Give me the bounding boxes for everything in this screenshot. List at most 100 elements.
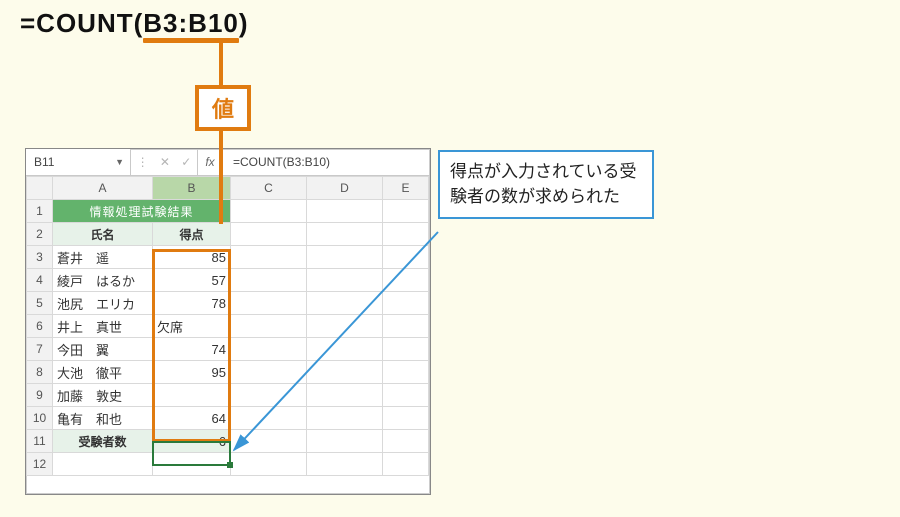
cancel-icon[interactable]: ✕: [160, 155, 170, 169]
row-header[interactable]: 3: [27, 246, 53, 269]
value-label-box: 値: [195, 85, 251, 131]
score-cell[interactable]: 95: [153, 361, 231, 384]
col-header[interactable]: C: [231, 177, 307, 200]
name-cell[interactable]: 井上 真世: [53, 315, 153, 338]
cell[interactable]: [307, 223, 383, 246]
callout-box: 得点が入力されている受験者の数が求められた: [438, 150, 654, 219]
cell[interactable]: [307, 384, 383, 407]
cell[interactable]: [383, 453, 429, 476]
cell[interactable]: [231, 453, 307, 476]
cell[interactable]: [53, 453, 153, 476]
cell[interactable]: [383, 246, 429, 269]
cell[interactable]: [231, 246, 307, 269]
row-header[interactable]: 9: [27, 384, 53, 407]
cell[interactable]: [231, 200, 307, 223]
cell[interactable]: [383, 361, 429, 384]
name-cell[interactable]: 今田 翼: [53, 338, 153, 361]
row-header[interactable]: 10: [27, 407, 53, 430]
cell[interactable]: [307, 200, 383, 223]
row-header[interactable]: 12: [27, 453, 53, 476]
formula-range: B3:B10: [143, 8, 239, 39]
table-row: 7 今田 翼 74: [27, 338, 429, 361]
column-header-row: A B C D E: [27, 177, 429, 200]
range-underline: [143, 38, 239, 43]
cell[interactable]: [383, 407, 429, 430]
cell[interactable]: [231, 292, 307, 315]
row-header[interactable]: 6: [27, 315, 53, 338]
score-cell[interactable]: 85: [153, 246, 231, 269]
score-cell[interactable]: 78: [153, 292, 231, 315]
cell[interactable]: [307, 361, 383, 384]
header-name[interactable]: 氏名: [53, 223, 153, 246]
cell[interactable]: [383, 338, 429, 361]
score-cell[interactable]: 74: [153, 338, 231, 361]
page-formula: =COUNT(B3:B10): [20, 8, 249, 39]
connector-vertical-top: [219, 42, 223, 86]
cell[interactable]: [307, 407, 383, 430]
confirm-icon[interactable]: ✓: [181, 155, 191, 169]
score-cell[interactable]: 57: [153, 269, 231, 292]
cell[interactable]: [307, 292, 383, 315]
table-row: 5 池尻 エリカ 78: [27, 292, 429, 315]
name-cell[interactable]: 大池 徹平: [53, 361, 153, 384]
score-cell[interactable]: 欠席: [153, 315, 231, 338]
cell[interactable]: [307, 338, 383, 361]
name-box-dropdown-icon[interactable]: ▼: [115, 157, 124, 167]
spreadsheet-window: B11 ▼ ⋮ ✕ ✓ fx =COUNT(B3:B10) A B C D: [25, 148, 431, 495]
cell[interactable]: [383, 430, 429, 453]
cell[interactable]: [153, 453, 231, 476]
row-header[interactable]: 8: [27, 361, 53, 384]
grid-area: A B C D E 1 情報処理試験結果 2 氏名 得点 3 蒼井 遥 8: [26, 176, 430, 476]
cell[interactable]: [383, 315, 429, 338]
cell[interactable]: [307, 430, 383, 453]
table-row: 2 氏名 得点: [27, 223, 429, 246]
result-label-cell[interactable]: 受験者数: [53, 430, 153, 453]
cell[interactable]: [383, 292, 429, 315]
table-row: 10 亀有 和也 64: [27, 407, 429, 430]
score-cell[interactable]: [153, 384, 231, 407]
cell[interactable]: [231, 430, 307, 453]
name-cell[interactable]: 綾戸 はるか: [53, 269, 153, 292]
cell[interactable]: [383, 223, 429, 246]
connector-vertical-bottom: [219, 127, 223, 224]
row-header[interactable]: 4: [27, 269, 53, 292]
sheet-title-cell[interactable]: 情報処理試験結果: [53, 200, 231, 223]
cell[interactable]: [307, 269, 383, 292]
row-header[interactable]: 2: [27, 223, 53, 246]
select-all-corner[interactable]: [27, 177, 53, 200]
name-cell[interactable]: 池尻 エリカ: [53, 292, 153, 315]
cell[interactable]: [231, 407, 307, 430]
score-cell[interactable]: 64: [153, 407, 231, 430]
row-header[interactable]: 5: [27, 292, 53, 315]
dots-icon[interactable]: ⋮: [137, 155, 149, 169]
name-cell[interactable]: 蒼井 遥: [53, 246, 153, 269]
col-header[interactable]: E: [383, 177, 429, 200]
cell[interactable]: [231, 315, 307, 338]
table-row: 9 加藤 敦史: [27, 384, 429, 407]
cell[interactable]: [307, 246, 383, 269]
cell[interactable]: [383, 269, 429, 292]
formula-suffix: ): [239, 8, 249, 38]
cell[interactable]: [231, 269, 307, 292]
row-header[interactable]: 11: [27, 430, 53, 453]
header-score[interactable]: 得点: [153, 223, 231, 246]
cell[interactable]: [383, 200, 429, 223]
col-header[interactable]: D: [307, 177, 383, 200]
name-cell[interactable]: 亀有 和也: [53, 407, 153, 430]
name-box[interactable]: B11 ▼: [26, 149, 131, 175]
cell[interactable]: [307, 315, 383, 338]
cell[interactable]: [383, 384, 429, 407]
cell[interactable]: [231, 384, 307, 407]
col-header[interactable]: A: [53, 177, 153, 200]
name-cell[interactable]: 加藤 敦史: [53, 384, 153, 407]
cell[interactable]: [307, 453, 383, 476]
row-header[interactable]: 1: [27, 200, 53, 223]
cell[interactable]: [231, 223, 307, 246]
result-value-cell[interactable]: 6: [153, 430, 231, 453]
cell[interactable]: [231, 361, 307, 384]
row-header[interactable]: 7: [27, 338, 53, 361]
worksheet-grid[interactable]: A B C D E 1 情報処理試験結果 2 氏名 得点 3 蒼井 遥 8: [26, 176, 429, 476]
cell[interactable]: [231, 338, 307, 361]
formula-input[interactable]: =COUNT(B3:B10): [223, 149, 430, 175]
table-row: 3 蒼井 遥 85: [27, 246, 429, 269]
